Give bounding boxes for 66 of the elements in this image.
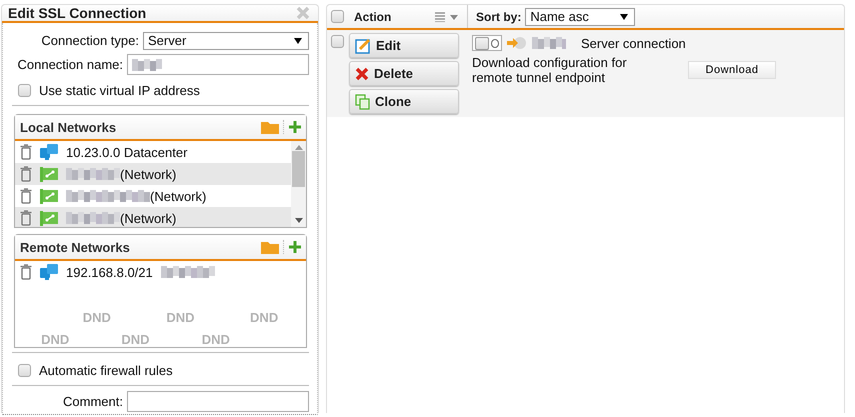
field-label: Comment: [63, 394, 123, 409]
edit-button[interactable]: Edit [349, 33, 459, 58]
trash-icon[interactable] [20, 210, 32, 226]
drop-hint: DND [202, 332, 230, 347]
folder-icon[interactable] [261, 240, 279, 254]
comment-field[interactable] [127, 391, 309, 412]
trash-icon[interactable] [20, 144, 32, 160]
list-item[interactable]: 192.168.8.0/21 [15, 261, 306, 283]
scroll-down-icon[interactable] [294, 218, 302, 223]
item-label: (Network) [150, 188, 206, 204]
list-item[interactable]: 10.23.0.0 Datacenter [15, 141, 291, 163]
edit-icon [355, 38, 371, 54]
trash-icon[interactable] [20, 166, 32, 182]
sort-label: Sort by: [476, 10, 522, 24]
network-icon [40, 166, 58, 182]
network-icon [40, 188, 58, 204]
server-connection-icon [507, 36, 527, 50]
connection-type: Server connection [581, 36, 686, 50]
drop-hint: DND [166, 310, 195, 325]
checkbox[interactable] [18, 84, 31, 96]
drop-hint: DND [121, 332, 150, 347]
sort-select[interactable]: Name asc [525, 8, 636, 26]
list-item[interactable]: (Network) [15, 207, 291, 227]
toggle-switch[interactable] [472, 35, 502, 51]
drop-hint: DND [82, 310, 111, 325]
delete-icon [355, 66, 369, 80]
network-icon [40, 210, 58, 226]
caret-icon [294, 38, 302, 44]
connection-name-field[interactable] [127, 54, 309, 75]
checkbox[interactable] [18, 364, 31, 376]
panel-title: Remote Networks [20, 240, 131, 254]
trash-icon[interactable] [20, 188, 32, 204]
scrollbar[interactable] [291, 141, 306, 227]
row-checkbox[interactable] [331, 35, 344, 48]
panel-title: Local Networks [20, 120, 118, 134]
field-label: Connection name: [17, 57, 123, 72]
close-icon[interactable] [296, 6, 310, 20]
column-options-icon[interactable] [435, 12, 459, 22]
connection-type-select[interactable]: Server [143, 32, 309, 50]
list-item[interactable]: (Network) [15, 185, 291, 207]
caret-icon [620, 14, 628, 20]
checkbox-label: Use static virtual IP address [39, 82, 200, 98]
list-item[interactable]: (Network) [15, 163, 291, 185]
item-label: 192.168.8.0/21 [66, 264, 153, 280]
item-label: 10.23.0.0 Datacenter [66, 144, 188, 160]
delete-button[interactable]: Delete [349, 61, 459, 86]
item-label: (Network) [120, 210, 176, 226]
download-button[interactable]: Download [688, 61, 776, 79]
clone-icon [355, 94, 370, 110]
add-icon[interactable] [289, 121, 301, 133]
checkbox-label: Automatic firewall rules [39, 362, 173, 378]
scroll-thumb[interactable] [292, 151, 305, 187]
add-icon[interactable] [289, 241, 301, 253]
network-hosts-icon [40, 264, 58, 280]
field-label: Connection type: [41, 33, 139, 48]
dialog-title: Edit SSL Connection [8, 5, 146, 21]
item-label: (Network) [120, 166, 176, 182]
network-hosts-icon [40, 144, 58, 160]
trash-icon[interactable] [20, 264, 32, 280]
folder-icon[interactable] [261, 120, 279, 134]
drop-hint: DND [250, 310, 278, 325]
drop-hint: DND [41, 332, 70, 347]
clone-button[interactable]: Clone [349, 89, 459, 114]
download-description: Download configuration for remote tunnel endpoint [472, 55, 628, 85]
select-all-checkbox[interactable] [331, 10, 344, 23]
column-header: Action [354, 10, 392, 24]
